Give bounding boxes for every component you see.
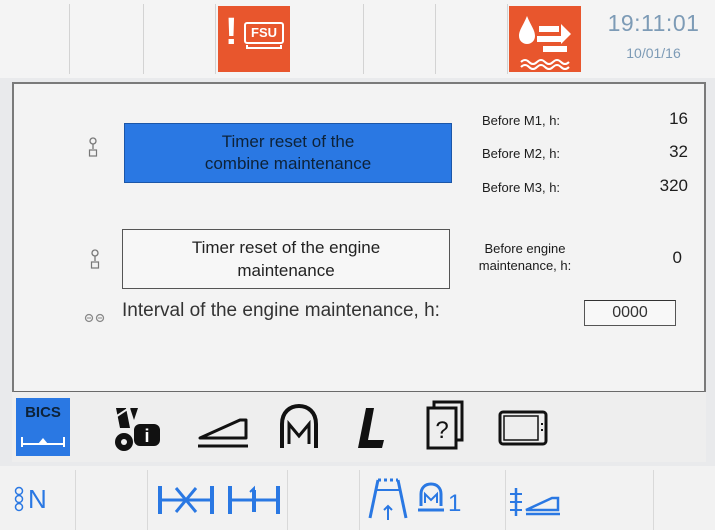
coolant-drop-icon	[519, 16, 571, 70]
manual-help-icon: ?	[426, 400, 464, 450]
coolant-temperature-warning[interactable]	[509, 6, 581, 72]
lock-icon	[90, 248, 102, 270]
before-engine-label-line-1: Before engine	[484, 241, 566, 256]
tab-header[interactable]	[194, 398, 254, 456]
before-m1-value: 16	[669, 109, 688, 128]
maintenance-panel: Timer reset of the combine maintenance B…	[12, 82, 706, 394]
fsu-warning-indicator[interactable]: ! FSU	[218, 6, 290, 72]
before-engine-label: Before engine maintenance, h:	[466, 240, 584, 274]
engine-button-line-2: maintenance	[237, 261, 335, 280]
tab-help[interactable]: ?	[416, 398, 472, 456]
tab-engine[interactable]	[270, 398, 328, 456]
svg-text:?: ?	[435, 417, 448, 444]
tab-l-settings[interactable]	[346, 398, 398, 456]
indicator-slot-empty	[654, 470, 715, 530]
status-slot-empty	[436, 4, 508, 74]
header-indicators: 1	[360, 470, 560, 530]
reset-combine-maintenance-button[interactable]: Timer reset of the combine maintenance	[124, 123, 452, 183]
status-bar: ! FSU 19:11:01 10/01/16	[0, 0, 715, 78]
key-icon	[84, 310, 112, 323]
engine-mode-icon	[418, 482, 444, 512]
italic-l-icon	[358, 408, 384, 448]
gear-neutral-icon	[14, 486, 24, 512]
svg-text:i: i	[144, 426, 149, 446]
indicator-slot-empty	[76, 470, 148, 530]
tractor-info-icon: i	[113, 405, 160, 451]
tab-bics[interactable]: BICS	[16, 398, 70, 456]
reel-lift-icon	[368, 478, 408, 520]
status-slot-empty	[70, 4, 144, 74]
status-slot-empty	[364, 4, 436, 74]
fsu-connector-icon	[246, 45, 282, 49]
header-height-icon	[510, 488, 560, 516]
combine-button-line-1: Timer reset of the	[221, 132, 355, 151]
gear-indicator: N	[0, 470, 76, 530]
display-screen-icon	[498, 410, 548, 446]
combine-button-line-2: combine maintenance	[204, 154, 372, 173]
axle-diff-icon	[228, 485, 280, 514]
status-slot-empty	[144, 4, 216, 74]
tab-combine-info[interactable]: i	[108, 398, 178, 456]
clock-time: 19:11:01	[607, 10, 700, 36]
status-slot-empty	[292, 4, 364, 74]
bics-label: BICS	[25, 404, 61, 421]
gear-value: N	[28, 484, 47, 514]
tab-display[interactable]	[490, 398, 560, 456]
indicator-slot-empty	[582, 470, 654, 530]
lock-icon	[88, 136, 100, 158]
before-m3-value: 320	[659, 176, 688, 195]
engine-button-line-1: Timer reset of the engine	[191, 238, 381, 257]
interval-input[interactable]: 0000	[584, 300, 676, 326]
bics-icon	[21, 437, 65, 447]
clock-date: 10/01/16	[626, 45, 681, 61]
status-slot-empty	[0, 4, 70, 74]
indicator-slot-empty	[288, 470, 360, 530]
fsu-label: FSU	[244, 22, 284, 44]
reset-engine-maintenance-button[interactable]: Timer reset of the engine maintenance	[122, 229, 450, 289]
axle-indicators	[148, 470, 288, 530]
menu-tab-strip: BICS i ?	[12, 392, 706, 462]
indicator-bar: N 1	[0, 466, 715, 530]
before-m3-label: Before M3, h:	[482, 180, 561, 195]
axle-lock-icon	[158, 486, 214, 514]
before-m1-label: Before M1, h:	[482, 113, 561, 128]
before-m2-label: Before M2, h:	[482, 146, 561, 161]
engine-mode-value: 1	[448, 490, 462, 517]
before-m2-value: 32	[669, 142, 688, 161]
interval-label: Interval of the engine maintenance, h:	[122, 300, 440, 321]
exclamation-icon: !	[225, 11, 238, 53]
before-engine-label-line-2: maintenance, h:	[478, 258, 572, 273]
before-engine-value: 0	[672, 248, 682, 267]
header-platform-icon	[198, 418, 248, 448]
engine-m-icon	[280, 403, 318, 448]
